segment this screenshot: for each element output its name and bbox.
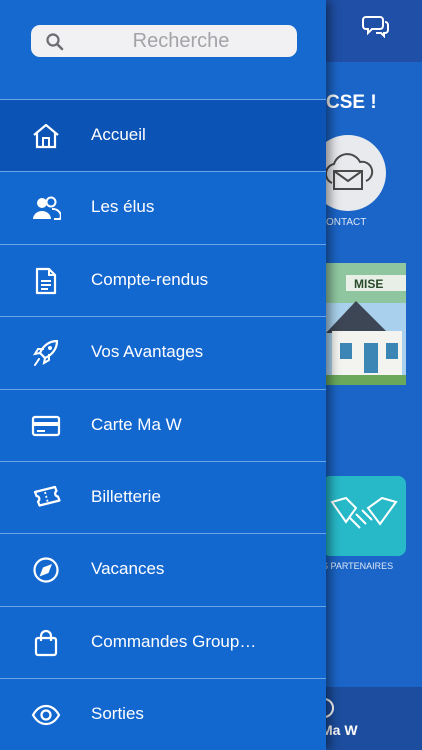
menu-item-label: Billetterie xyxy=(91,486,161,506)
chat-icon[interactable] xyxy=(362,13,390,39)
menu-item-sorties[interactable]: Sorties xyxy=(0,678,326,750)
rocket-icon xyxy=(32,340,59,367)
users-icon xyxy=(33,196,61,221)
search-area xyxy=(0,0,326,100)
promo-image[interactable]: MISE xyxy=(326,263,406,385)
menu-item-commandes-groupees[interactable]: Commandes Group… xyxy=(0,605,326,678)
search-input[interactable] xyxy=(75,25,287,57)
menu-item-billetterie[interactable]: Billetterie xyxy=(0,460,326,533)
cloud-mail-icon xyxy=(324,153,374,190)
menu-item-label: Carte Ma W xyxy=(91,414,182,434)
tab-ma-w-label[interactable]: Ma W xyxy=(321,722,358,738)
menu-item-label: Commandes Group… xyxy=(91,631,257,651)
contact-label: ONTACT xyxy=(326,217,367,228)
menu-item-label: Sorties xyxy=(91,704,144,724)
menu-item-vos-avantages[interactable]: Vos Avantages xyxy=(0,316,326,388)
menu-item-les-elus[interactable]: Les élus xyxy=(0,171,326,243)
menu-item-label: Vos Avantages xyxy=(91,342,204,362)
home-icon xyxy=(33,123,59,149)
menu-item-accueil[interactable]: Accueil xyxy=(0,99,326,172)
document-icon xyxy=(35,267,57,294)
card-icon xyxy=(31,415,61,436)
partners-label: S PARTENAIRES xyxy=(322,561,394,571)
bag-icon xyxy=(34,629,58,656)
handshake-icon xyxy=(330,496,398,529)
menu-item-vacances[interactable]: Vacances xyxy=(0,533,326,605)
promo-badge: MISE xyxy=(354,277,383,291)
drawer-menu: Accueil Les élus Compte-rendus Vos Avant… xyxy=(0,99,326,750)
house-photo: MISE xyxy=(326,263,406,385)
partners-button[interactable] xyxy=(322,476,406,556)
menu-item-label: Accueil xyxy=(91,125,146,144)
menu-item-carte-ma-w[interactable]: Carte Ma W xyxy=(0,388,326,461)
ticket-icon xyxy=(33,485,61,507)
compass-icon xyxy=(33,557,59,583)
search-icon xyxy=(46,33,64,51)
search-bar[interactable] xyxy=(31,25,297,57)
eye-icon xyxy=(31,705,61,726)
menu-item-compte-rendus[interactable]: Compte-rendus xyxy=(0,243,326,316)
app-screen: CSE ! ONTACT MISE S PARTENAIRES Ma W Rec… xyxy=(0,0,422,750)
welcome-text: CSE ! xyxy=(326,92,377,113)
side-drawer: Accueil Les élus Compte-rendus xyxy=(0,0,326,750)
menu-item-label: Vacances xyxy=(91,559,165,579)
menu-item-label: Compte-rendus xyxy=(91,269,209,289)
menu-item-label: Les élus xyxy=(91,197,155,217)
